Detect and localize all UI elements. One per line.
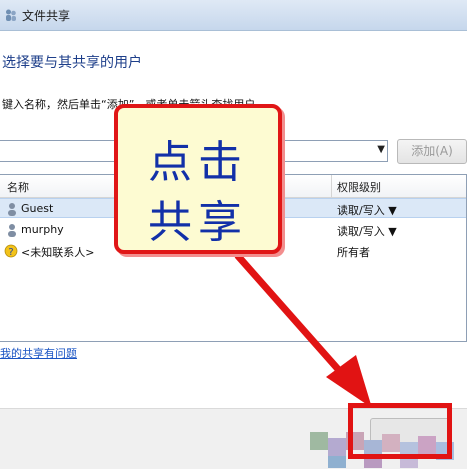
permission-dropdown[interactable]: 读取/写入 ▼ [337, 202, 397, 218]
row-name: murphy [21, 223, 64, 236]
row-permission: 所有者 [337, 246, 370, 259]
title-bar: 文件共享 [0, 0, 467, 31]
add-button[interactable]: 添加(A) [397, 139, 467, 164]
row-name: Guest [21, 202, 54, 215]
user-icon [8, 203, 16, 216]
permission-dropdown[interactable]: 读取/写入 ▼ [337, 223, 397, 239]
callout-line-2: 共享 [148, 197, 248, 248]
svg-text:?: ? [8, 247, 13, 258]
row-name: <未知联系人> [21, 246, 95, 259]
help-link[interactable]: 我的共享有问题 [0, 345, 77, 361]
file-share-icon [6, 9, 16, 21]
window-title: 文件共享 [22, 9, 71, 23]
page-title: 选择要与其共享的用户 [2, 55, 142, 71]
callout-annotation: 点击 共享 [114, 104, 282, 254]
callout-line-1: 点击 [148, 137, 248, 188]
column-header-permission[interactable]: 权限级别 [337, 179, 381, 195]
unknown-contact-icon: ? [4, 244, 18, 258]
highlight-box [348, 403, 452, 459]
column-divider[interactable] [331, 175, 332, 197]
user-icon [8, 224, 16, 237]
dropdown-arrow-icon[interactable]: ▼ [377, 144, 385, 155]
column-header-name[interactable]: 名称 [7, 179, 29, 195]
